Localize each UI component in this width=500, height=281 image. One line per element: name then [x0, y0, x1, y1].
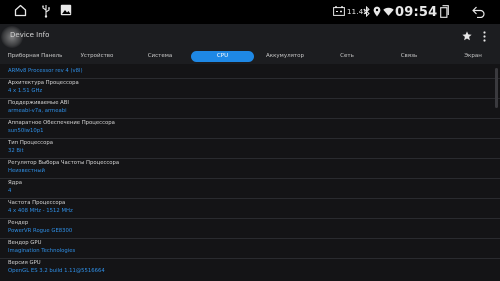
row-value: sun50iw10p1 — [8, 128, 44, 134]
cpu-info-list[interactable]: ARMv8 Processor rev 4 (v8l) Архитектура … — [0, 64, 500, 281]
tab-cpu[interactable]: CPU — [191, 51, 254, 62]
home-icon[interactable] — [14, 4, 27, 17]
row-label: Поддерживаемые ABI — [8, 100, 69, 106]
back-icon[interactable] — [472, 6, 485, 18]
list-item: ARMv8 Processor rev 4 (v8l) — [0, 64, 500, 79]
list-item: Версия GPU OpenGL ES 3.2 build 1.11@5516… — [0, 259, 500, 279]
tab-display[interactable]: Экран — [458, 51, 488, 62]
row-value: ARMv8 Processor rev 4 (v8l) — [8, 68, 83, 74]
row-value: Imagination Technologies — [8, 248, 76, 254]
row-value: 4 — [8, 188, 12, 194]
recent-apps-icon[interactable] — [440, 5, 449, 18]
list-item: Частота Процессора 4 x 408 MHz - 1512 MH… — [0, 199, 500, 219]
row-value: OpenGL ES 3.2 build 1.11@5516664 — [8, 268, 105, 274]
row-label: Регулятор Выбора Частоты Процессора — [8, 160, 120, 166]
row-label: Рендер — [8, 220, 29, 226]
battery-icon — [333, 6, 345, 16]
star-icon[interactable] — [462, 31, 472, 41]
touch-indicator — [1, 26, 23, 48]
bluetooth-icon — [363, 6, 370, 17]
row-value: Неизвестный — [8, 168, 45, 174]
list-item: Поддерживаемые ABI armeabi-v7a, armeabi — [0, 99, 500, 119]
tab-bar: Приборная Панель Устройство Система CPU … — [0, 49, 500, 64]
row-value: 32 Bit — [8, 148, 24, 154]
location-icon — [373, 6, 381, 17]
list-item: Ядра 4 — [0, 179, 500, 199]
list-item: Регулятор Выбора Частоты Процессора Неиз… — [0, 159, 500, 179]
list-item: Аппаратное Обеспечение Процессора sun50i… — [0, 119, 500, 139]
row-label: Вендор GPU — [8, 240, 42, 246]
tab-system[interactable]: Система — [141, 51, 179, 62]
clock: 09:54 — [395, 4, 438, 20]
usb-icon — [42, 5, 50, 18]
list-item: Рендер PowerVR Rogue GE8300 — [0, 219, 500, 239]
row-value: 4 x 408 MHz - 1512 MHz — [8, 208, 73, 214]
gallery-icon — [60, 4, 72, 16]
list-item: Тип Процессора 32 Bit — [0, 139, 500, 159]
wifi-icon — [383, 7, 394, 16]
more-vert-icon[interactable] — [483, 31, 486, 42]
tab-device[interactable]: Устройство — [76, 51, 118, 62]
tab-battery[interactable]: Аккумулятор — [261, 51, 309, 62]
tab-dashboard[interactable]: Приборная Панель — [6, 51, 64, 62]
row-value: 4 x 1.51 GHz — [8, 88, 43, 94]
tab-connectivity[interactable]: Связь — [394, 51, 424, 62]
row-value: armeabi-v7a, armeabi — [8, 108, 67, 114]
row-label: Версия GPU — [8, 260, 41, 266]
row-label: Тип Процессора — [8, 140, 53, 146]
row-label: Ядра — [8, 180, 22, 186]
row-value: PowerVR Rogue GE8300 — [8, 228, 73, 234]
list-item: Вендор GPU Imagination Technologies — [0, 239, 500, 259]
tab-network[interactable]: Сеть — [333, 51, 361, 62]
status-bar: 11.4V 09:54 — [0, 0, 500, 24]
row-label: Аппаратное Обеспечение Процессора — [8, 120, 115, 126]
row-label: Архитектура Процессора — [8, 80, 79, 86]
screen: 11.4V 09:54 Device Info Приборная Панель… — [0, 0, 500, 281]
scrollbar[interactable] — [495, 68, 498, 108]
app-bar: Device Info — [0, 24, 500, 49]
list-item: Архитектура Процессора 4 x 1.51 GHz — [0, 79, 500, 99]
row-label: Частота Процессора — [8, 200, 66, 206]
